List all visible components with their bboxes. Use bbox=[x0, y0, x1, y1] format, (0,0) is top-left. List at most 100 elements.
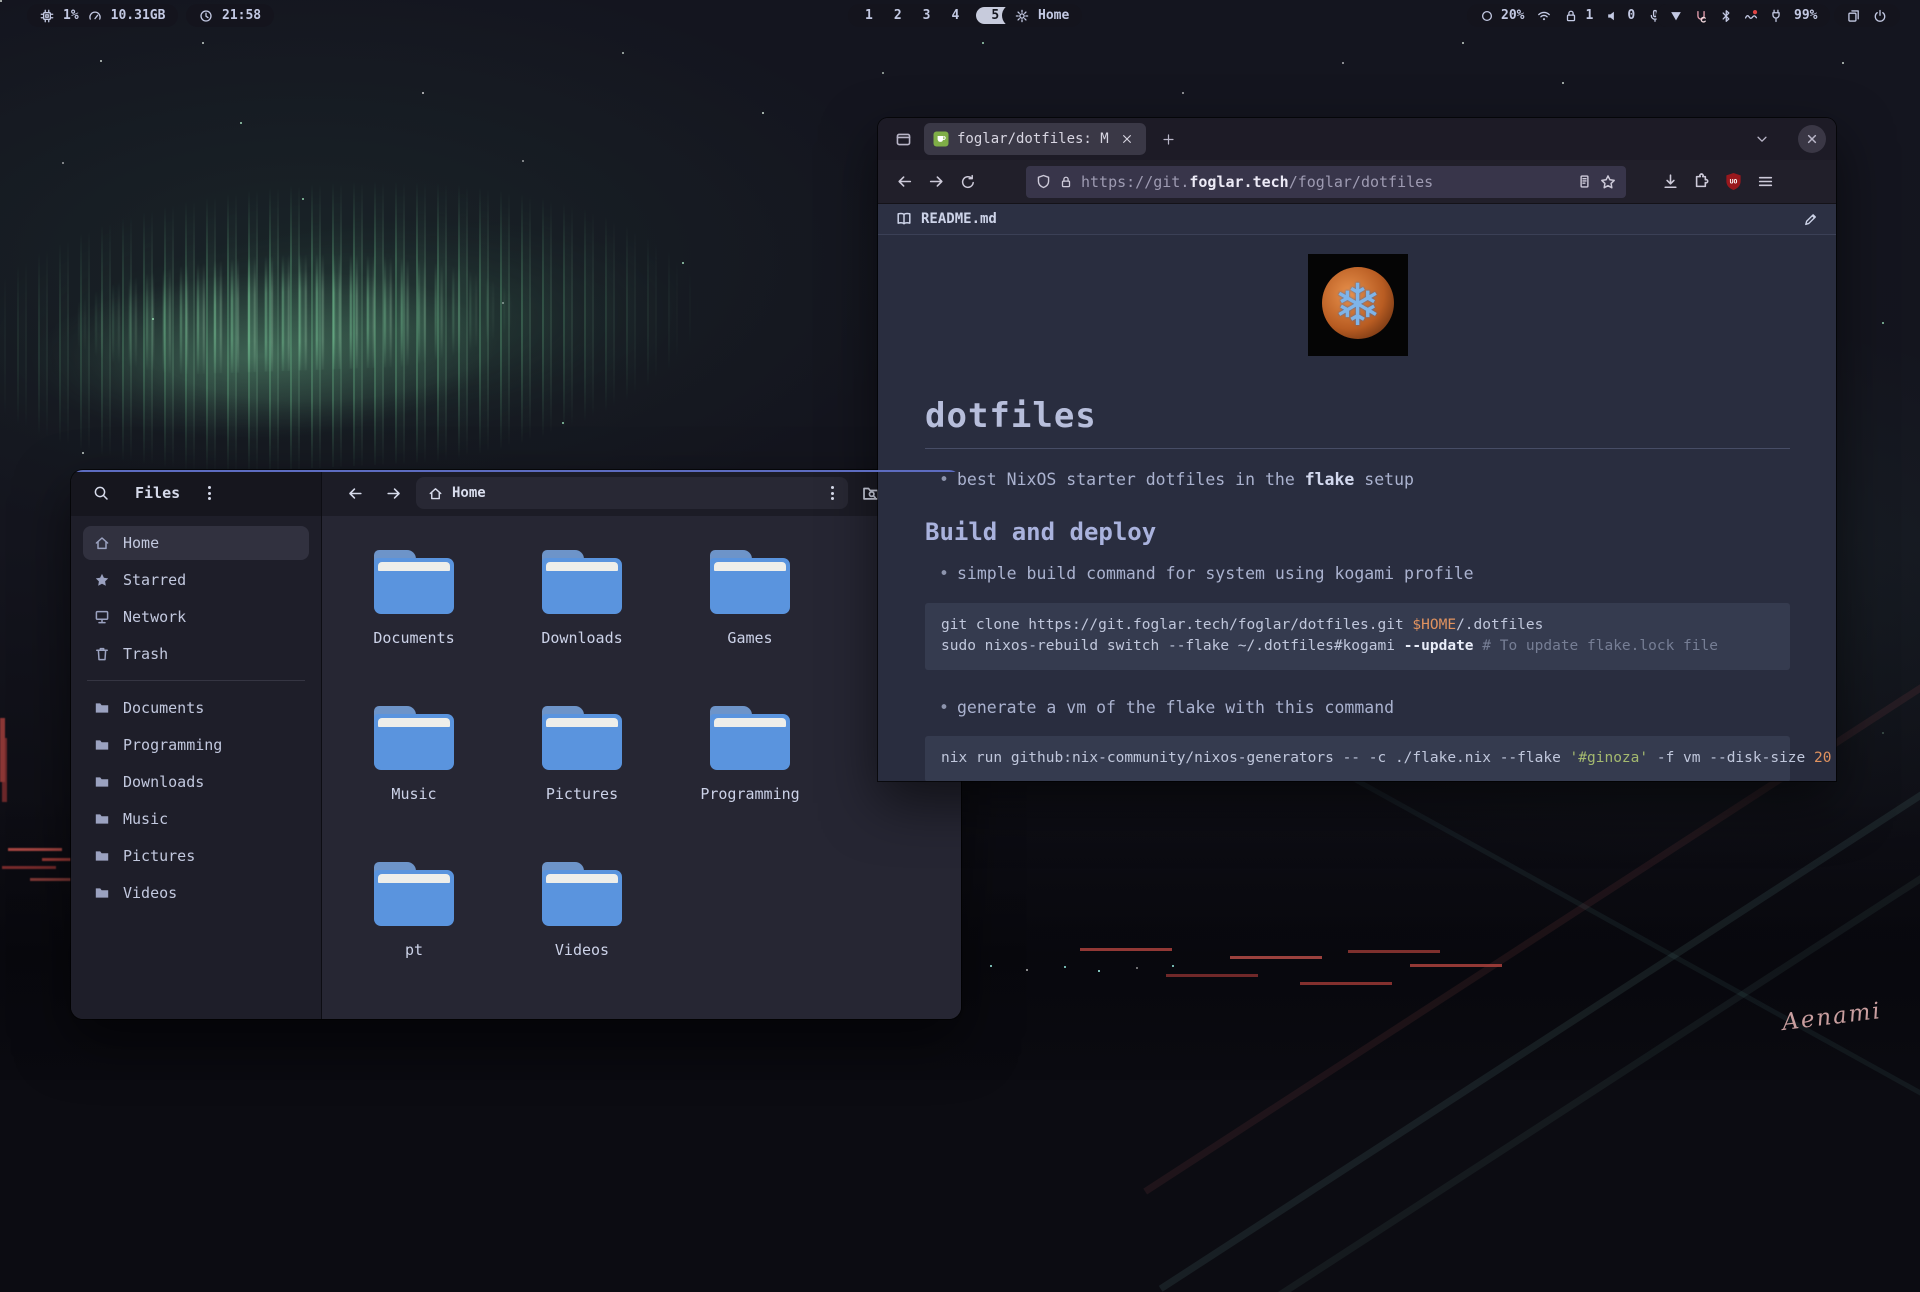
folder-item-videos[interactable]: Videos bbox=[504, 862, 660, 1006]
hamburger-menu-icon[interactable] bbox=[1757, 173, 1774, 190]
folder-icon bbox=[94, 737, 110, 753]
folder-item-documents[interactable]: Documents bbox=[336, 550, 492, 694]
folder-icon bbox=[542, 862, 622, 926]
sidebar-item-downloads[interactable]: Downloads bbox=[83, 765, 309, 799]
sidebar-item-music[interactable]: Music bbox=[83, 802, 309, 836]
clock-pill[interactable]: 21:58 bbox=[186, 4, 274, 27]
build-bullet: simple build command for system using ko… bbox=[939, 563, 1790, 585]
profile-label: Home bbox=[1038, 8, 1069, 23]
network-icon bbox=[94, 609, 110, 625]
files-headerbar: Files Home bbox=[71, 470, 961, 516]
folder-item-music[interactable]: Music bbox=[336, 706, 492, 850]
folder-label: Documents bbox=[373, 629, 454, 647]
app-title: Files bbox=[135, 484, 180, 502]
code-text: git clone https://git.foglar.tech/foglar… bbox=[941, 617, 1412, 633]
readme-content: ❄ dotfiles best NixOS starter dotfiles i… bbox=[878, 235, 1836, 781]
browser-back-button[interactable] bbox=[888, 166, 920, 198]
folder-item-pt[interactable]: pt bbox=[336, 862, 492, 1006]
folder-item-games[interactable]: Games bbox=[672, 550, 828, 694]
system-stats-pill[interactable]: 1% 10.31GB bbox=[27, 4, 178, 27]
sidebar-label: Music bbox=[123, 810, 168, 828]
folder-icon bbox=[94, 774, 110, 790]
tab-close-icon[interactable] bbox=[1117, 129, 1137, 149]
workspace-2[interactable]: 2 bbox=[890, 8, 906, 23]
url-path: /foglar/dotfiles bbox=[1289, 173, 1434, 191]
window-accent-line bbox=[71, 470, 961, 472]
workspace-1[interactable]: 1 bbox=[861, 8, 877, 23]
tray-pill[interactable]: 99% bbox=[1656, 4, 1830, 27]
sidebar-item-programming[interactable]: Programming bbox=[83, 728, 309, 762]
path-menu-kebab-icon[interactable] bbox=[827, 482, 838, 504]
lock-icon[interactable] bbox=[1059, 175, 1073, 189]
gear-icon bbox=[1015, 9, 1029, 23]
folder-icon bbox=[710, 706, 790, 770]
forward-button[interactable] bbox=[378, 478, 408, 508]
path-bar[interactable]: Home bbox=[416, 477, 848, 509]
folder-item-pictures[interactable]: Pictures bbox=[504, 706, 660, 850]
code-block-clone: git clone https://git.foglar.tech/foglar… bbox=[925, 603, 1790, 671]
reader-mode-icon[interactable] bbox=[1577, 174, 1592, 189]
mullvad-wave-icon bbox=[1744, 9, 1758, 23]
tracking-shield-icon[interactable] bbox=[1036, 174, 1051, 189]
wifi-icon bbox=[1537, 9, 1551, 23]
firefox-view-icon[interactable] bbox=[888, 124, 918, 154]
bookmark-star-icon[interactable] bbox=[1600, 174, 1616, 190]
code-text: nix run github:nix-community/nixos-gener… bbox=[941, 750, 1570, 766]
new-tab-button[interactable] bbox=[1154, 125, 1182, 153]
vpn-shield-icon bbox=[1669, 9, 1683, 23]
brightness-value: 20% bbox=[1501, 8, 1524, 23]
window-close-button[interactable] bbox=[1798, 125, 1826, 153]
sidebar-item-documents[interactable]: Documents bbox=[83, 691, 309, 725]
sidebar-item-network[interactable]: Network bbox=[83, 600, 309, 634]
folder-icon bbox=[710, 550, 790, 614]
workspace-3[interactable]: 3 bbox=[919, 8, 935, 23]
list-tabs-chevron-icon[interactable] bbox=[1748, 125, 1776, 153]
folder-item-programming[interactable]: Programming bbox=[672, 706, 828, 850]
intro-bullet: best NixOS starter dotfiles in the flake… bbox=[939, 469, 1790, 491]
red-glitch bbox=[1080, 948, 1172, 951]
downloads-icon[interactable] bbox=[1662, 173, 1679, 190]
workspaces-pill: 1 2 3 4 5 bbox=[848, 4, 1027, 27]
sidebar-item-pictures[interactable]: Pictures bbox=[83, 839, 309, 873]
power-icon[interactable] bbox=[1873, 9, 1887, 23]
url-bar[interactable]: https://git.foglar.tech/foglar/dotfiles bbox=[1026, 166, 1626, 198]
folder-label: Downloads bbox=[541, 629, 622, 647]
sidebar-label: Network bbox=[123, 608, 186, 626]
home-icon bbox=[428, 486, 443, 501]
workspace-4[interactable]: 4 bbox=[947, 8, 963, 23]
profile-pill[interactable]: Home bbox=[1002, 4, 1082, 27]
code-comment: # To update flake.lock file bbox=[1474, 638, 1718, 654]
folder-label: Games bbox=[727, 629, 772, 647]
volume-value: 0 bbox=[1627, 8, 1635, 23]
folder-icon bbox=[542, 706, 622, 770]
path-label: Home bbox=[452, 485, 486, 501]
ublock-origin-icon[interactable]: UO bbox=[1724, 172, 1743, 191]
hardware-pill[interactable]: 20% 1 0 bbox=[1467, 4, 1675, 27]
active-tab[interactable]: foglar/dotfiles: My bbox=[924, 123, 1146, 155]
intro-text: setup bbox=[1354, 470, 1414, 489]
url-domain: foglar.tech bbox=[1189, 173, 1288, 191]
cpu-icon bbox=[40, 9, 54, 23]
folder-icon bbox=[374, 706, 454, 770]
back-button[interactable] bbox=[340, 478, 370, 508]
red-glitch bbox=[8, 848, 62, 851]
sidebar-item-home[interactable]: Home bbox=[83, 526, 309, 560]
sidebar-label: Downloads bbox=[123, 773, 204, 791]
app-menu-kebab-icon[interactable] bbox=[204, 482, 215, 504]
sidebar-item-starred[interactable]: Starred bbox=[83, 563, 309, 597]
edit-pencil-icon[interactable] bbox=[1803, 212, 1818, 227]
folder-item-downloads[interactable]: Downloads bbox=[504, 550, 660, 694]
battery-level: 99% bbox=[1794, 8, 1817, 23]
url-scheme: https://git. bbox=[1081, 173, 1189, 191]
sidebar-item-trash[interactable]: Trash bbox=[83, 637, 309, 671]
files-headerbar-right: Home bbox=[322, 470, 961, 516]
search-icon[interactable] bbox=[93, 485, 109, 501]
browser-forward-button[interactable] bbox=[920, 166, 952, 198]
extensions-puzzle-icon[interactable] bbox=[1693, 173, 1710, 190]
reload-button[interactable] bbox=[952, 166, 984, 198]
screenshot-copy-icon[interactable] bbox=[1847, 9, 1861, 23]
cpu-usage: 1% bbox=[63, 8, 79, 23]
snowflake-graphic: ❄ bbox=[1308, 254, 1408, 356]
sidebar-item-videos[interactable]: Videos bbox=[83, 876, 309, 910]
memory-gauge-icon bbox=[88, 9, 102, 23]
